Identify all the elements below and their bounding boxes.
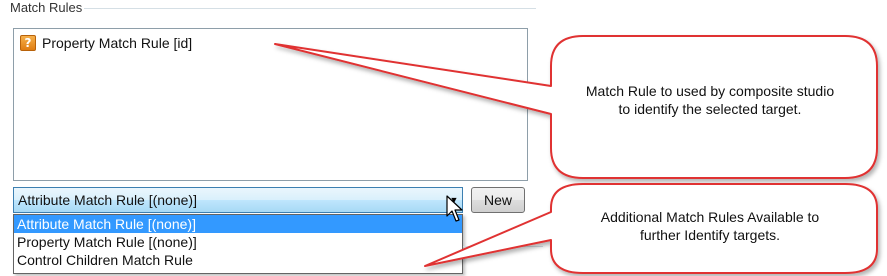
callout-1-text: Match Rule to used by composite studio t… — [560, 82, 860, 118]
callout-1-line-2: to identify the selected target. — [618, 101, 802, 117]
callout-2-text: Additional Match Rules Available to furt… — [560, 208, 860, 244]
callout-2-line-2: further Identify targets. — [639, 227, 781, 243]
callout-1-line-1: Match Rule to used by composite studio — [585, 83, 835, 99]
callout-2-line-1: Additional Match Rules Available to — [600, 209, 820, 225]
